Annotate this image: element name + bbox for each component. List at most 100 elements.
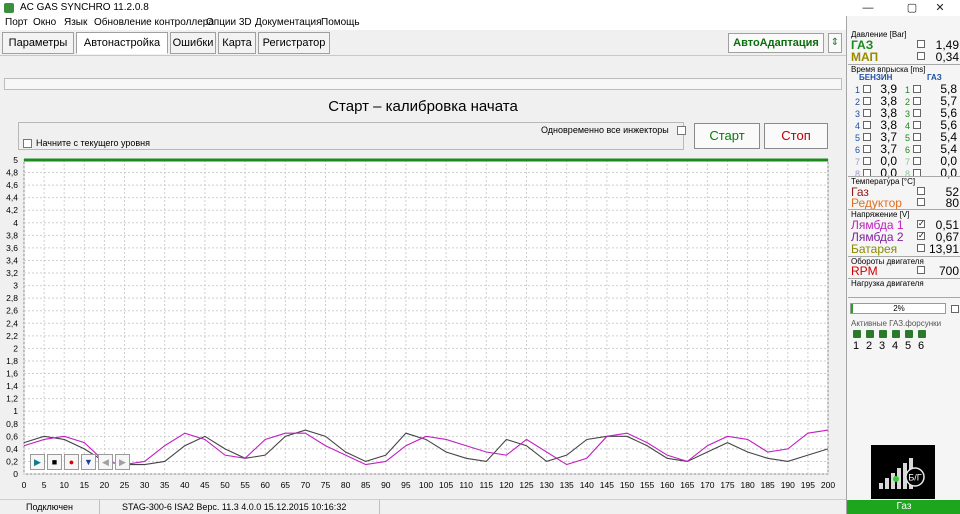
y-tick-label: 2,8 bbox=[6, 293, 18, 303]
stop-square-icon[interactable]: ■ bbox=[47, 454, 62, 470]
tab-recorder[interactable]: Регистратор bbox=[258, 32, 330, 54]
gas-injector-checkbox[interactable] bbox=[913, 97, 921, 105]
stop-button[interactable]: Стоп bbox=[764, 123, 828, 149]
x-tick-label: 145 bbox=[600, 480, 614, 490]
x-tick-label: 155 bbox=[640, 480, 654, 490]
y-tick-label: 1 bbox=[13, 406, 18, 416]
temp-reducer-label: Редуктор bbox=[851, 196, 902, 210]
arrow-left-icon[interactable]: ◀ bbox=[98, 454, 113, 470]
gas-column-header: ГАЗ bbox=[927, 73, 942, 82]
rpm-checkbox[interactable] bbox=[917, 266, 925, 274]
y-tick-label: 5 bbox=[13, 155, 18, 165]
rpm-value: 700 bbox=[938, 264, 959, 278]
x-tick-label: 110 bbox=[459, 480, 473, 490]
y-tick-label: 2,4 bbox=[6, 318, 18, 328]
x-tick-label: 20 bbox=[100, 480, 110, 490]
device-info: STAG-300-6 ISA2 Верс. 11.3 4.0.0 15.12.2… bbox=[100, 500, 380, 514]
x-tick-label: 185 bbox=[761, 480, 775, 490]
y-tick-label: 1,2 bbox=[6, 394, 18, 404]
play-icon[interactable]: ▶ bbox=[30, 454, 45, 470]
temp-gas-checkbox[interactable] bbox=[917, 187, 925, 195]
petrol-injector-checkbox[interactable] bbox=[863, 157, 871, 165]
menu-documentation[interactable]: Документация bbox=[255, 17, 322, 28]
pressure-gas-checkbox[interactable] bbox=[917, 40, 925, 48]
load-title: Нагрузка двигателя bbox=[851, 279, 924, 288]
x-tick-label: 5 bbox=[42, 480, 47, 490]
nozzle-icon bbox=[892, 330, 900, 338]
start-from-level-checkbox[interactable] bbox=[23, 139, 32, 148]
y-tick-label: 4,6 bbox=[6, 180, 18, 190]
y-tick-label: 3,4 bbox=[6, 255, 18, 265]
x-tick-label: 120 bbox=[499, 480, 513, 490]
auto-adaptation-button[interactable]: АвтоАдаптация bbox=[728, 33, 824, 53]
up-down-arrows-icon[interactable]: ⇕ bbox=[828, 33, 842, 53]
x-tick-label: 65 bbox=[281, 480, 291, 490]
minimize-button[interactable]: — bbox=[846, 0, 890, 16]
start-button[interactable]: Старт bbox=[694, 123, 760, 149]
petrol-injector-checkbox[interactable] bbox=[863, 145, 871, 153]
x-tick-label: 0 bbox=[22, 480, 27, 490]
all-injectors-label: Одновременно все инжекторы bbox=[541, 125, 669, 135]
gas-injector-checkbox[interactable] bbox=[913, 85, 921, 93]
menu-controller-update[interactable]: Обновление контроллера bbox=[94, 17, 214, 28]
menu-language[interactable]: Язык bbox=[64, 17, 87, 28]
tab-errors[interactable]: Ошибки bbox=[170, 32, 216, 54]
lambda2-checkbox[interactable]: ✓ bbox=[917, 232, 925, 240]
tab-autotune[interactable]: Автонастройка bbox=[76, 32, 168, 54]
arrow-right-icon[interactable]: ▶ bbox=[115, 454, 130, 470]
x-tick-label: 75 bbox=[321, 480, 331, 490]
x-tick-label: 70 bbox=[301, 480, 311, 490]
tab-parameters[interactable]: Параметры bbox=[2, 32, 74, 54]
gas-injector-number: 1 bbox=[905, 85, 911, 95]
gas-injector-checkbox[interactable] bbox=[913, 157, 921, 165]
x-tick-label: 100 bbox=[419, 480, 433, 490]
x-tick-label: 10 bbox=[59, 480, 69, 490]
menu-3d-options[interactable]: Опции 3D bbox=[206, 17, 252, 28]
all-injectors-checkbox[interactable] bbox=[677, 126, 686, 135]
record-icon[interactable]: ● bbox=[64, 454, 79, 470]
temp-reducer-checkbox[interactable] bbox=[917, 198, 925, 206]
nozzle-label: 6 bbox=[918, 340, 925, 352]
gas-injector-number: 4 bbox=[905, 121, 911, 131]
y-tick-label: 3,6 bbox=[6, 243, 18, 253]
scroll-down-icon[interactable]: ▼ bbox=[81, 454, 96, 470]
tab-map[interactable]: Карта bbox=[218, 32, 256, 54]
gas-injector-checkbox[interactable] bbox=[913, 121, 921, 129]
engine-load-bar: 2% bbox=[850, 303, 946, 314]
x-tick-label: 115 bbox=[480, 480, 494, 490]
menu-port[interactable]: Порт bbox=[5, 17, 28, 28]
gas-injector-checkbox[interactable] bbox=[913, 145, 921, 153]
petrol-injector-checkbox[interactable] bbox=[863, 85, 871, 93]
lambda1-checkbox[interactable]: ✓ bbox=[917, 220, 925, 228]
y-tick-label: 0 bbox=[13, 469, 18, 479]
x-tick-label: 170 bbox=[700, 480, 714, 490]
menu-help[interactable]: Помощь bbox=[321, 17, 360, 28]
x-tick-label: 175 bbox=[720, 480, 734, 490]
menu-window[interactable]: Окно bbox=[33, 17, 56, 28]
x-tick-label: 195 bbox=[801, 480, 815, 490]
y-tick-label: 0,4 bbox=[6, 444, 18, 454]
temp-reducer-value: 80 bbox=[945, 196, 959, 210]
nozzle-label: 2 bbox=[866, 340, 873, 352]
gas-injector-checkbox[interactable] bbox=[913, 109, 921, 117]
y-tick-label: 1,4 bbox=[6, 381, 18, 391]
load-checkbox[interactable] bbox=[951, 305, 959, 313]
x-tick-label: 165 bbox=[680, 480, 694, 490]
petrol-injector-checkbox[interactable] bbox=[863, 109, 871, 117]
petrol-injector-checkbox[interactable] bbox=[863, 121, 871, 129]
gauge-label: Б/Г bbox=[908, 473, 921, 483]
nozzles-title: Активные ГАЗ.форсунки bbox=[851, 319, 942, 328]
petrol-injector-checkbox[interactable] bbox=[863, 97, 871, 105]
pressure-map-value: 0,34 bbox=[935, 50, 959, 64]
petrol-injector-number: 1 bbox=[855, 85, 861, 95]
petrol-injector-checkbox[interactable] bbox=[863, 133, 871, 141]
battery-checkbox[interactable] bbox=[917, 244, 925, 252]
battery-label: Батарея bbox=[851, 242, 898, 256]
gas-injector-checkbox[interactable] bbox=[913, 133, 921, 141]
x-tick-label: 180 bbox=[741, 480, 755, 490]
x-tick-label: 55 bbox=[240, 480, 250, 490]
x-tick-label: 140 bbox=[580, 480, 594, 490]
x-tick-label: 15 bbox=[80, 480, 90, 490]
pressure-map-checkbox[interactable] bbox=[917, 52, 925, 60]
close-button[interactable]: ✕ bbox=[918, 0, 960, 16]
